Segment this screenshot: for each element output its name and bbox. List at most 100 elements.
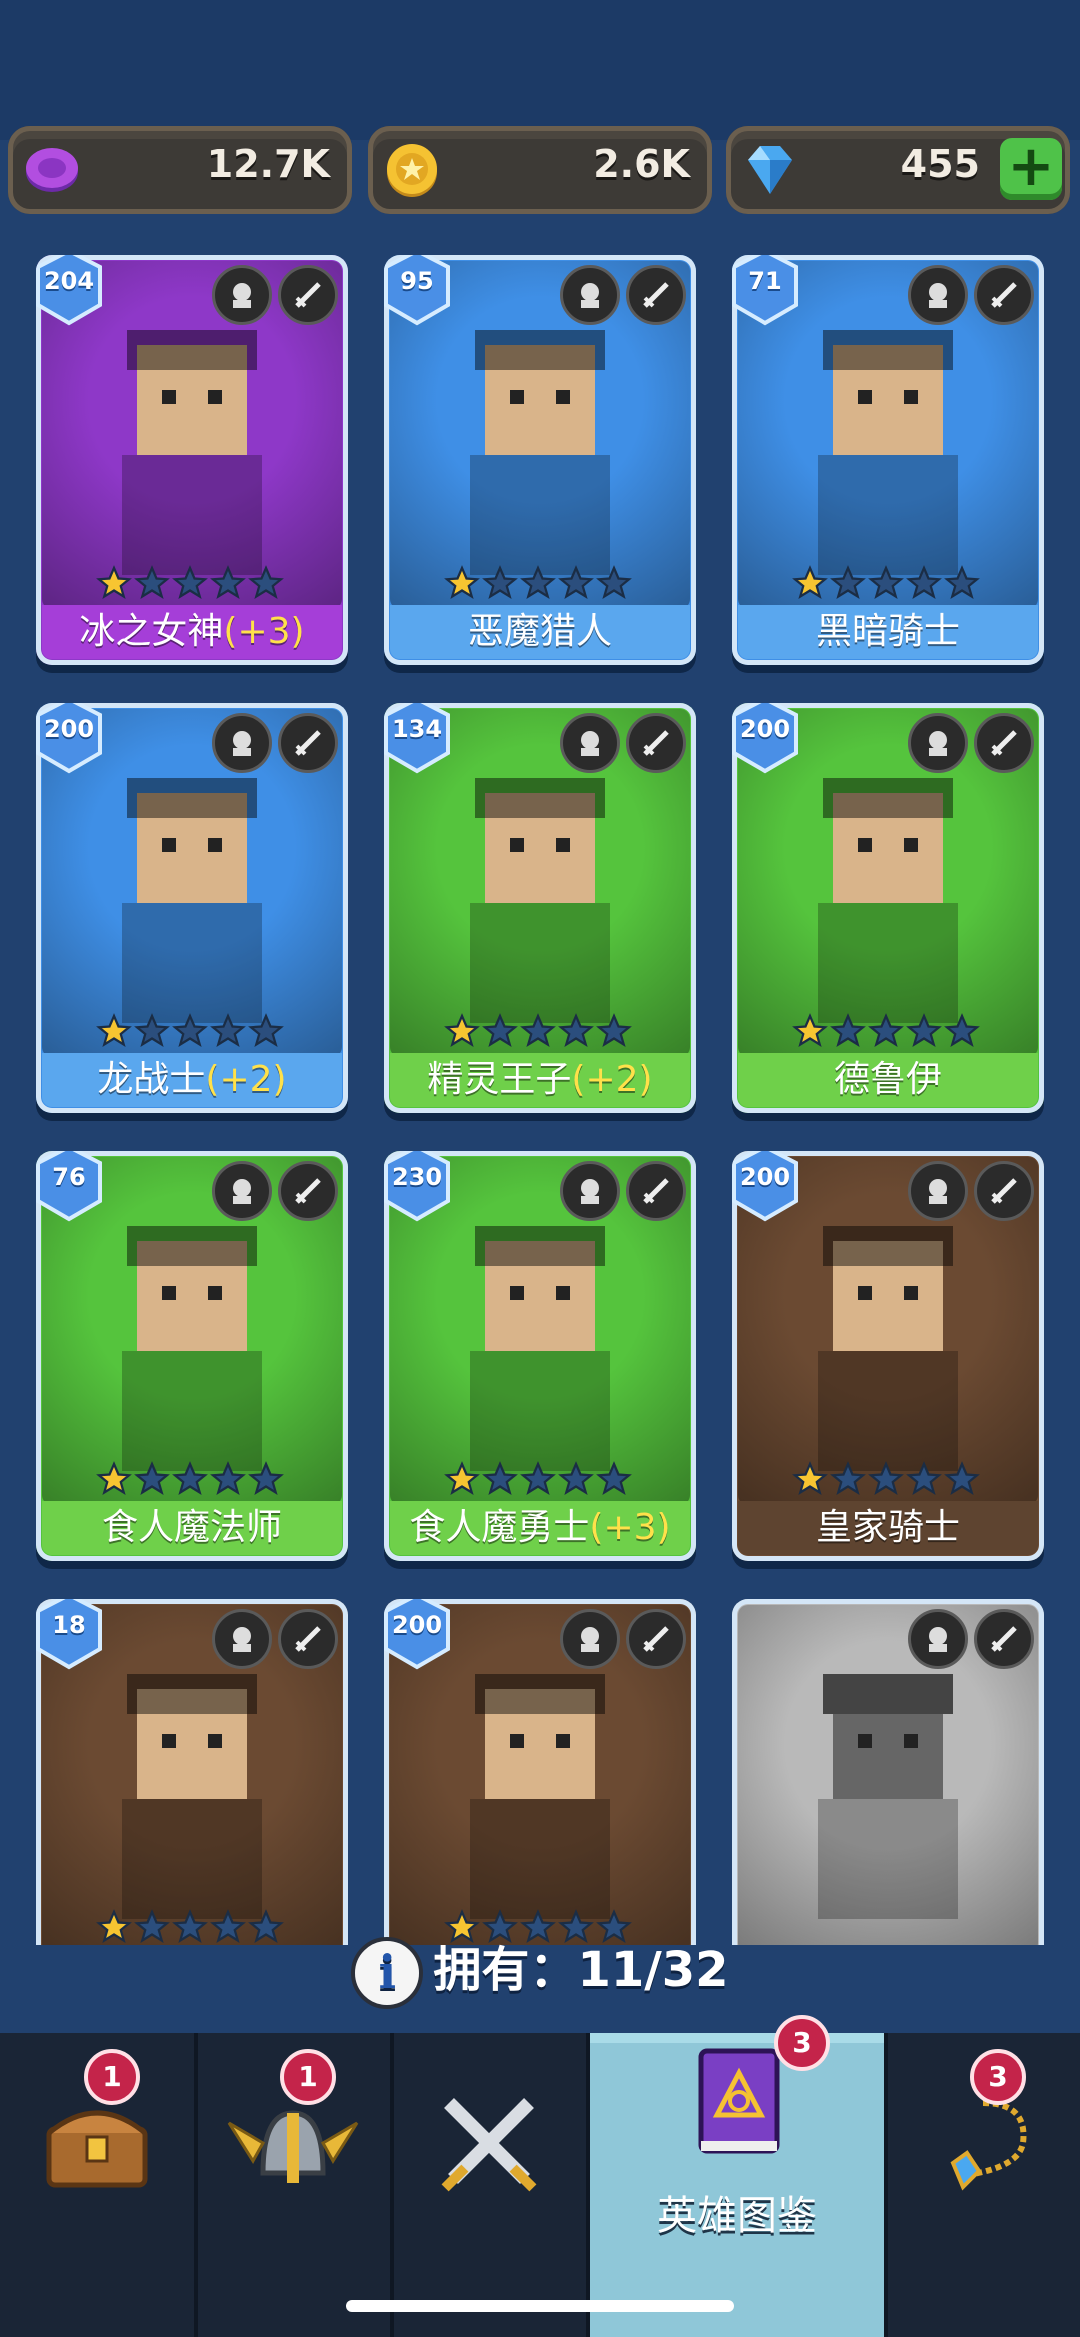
hero-level: 71 bbox=[748, 267, 782, 295]
class-badges bbox=[908, 1161, 1034, 1221]
nav-tab-label: 英雄图鉴 bbox=[657, 2193, 817, 2239]
hero-card[interactable]: 200 皇家骑士 bbox=[732, 1151, 1044, 1561]
hero-card[interactable]: 18 bbox=[36, 1599, 348, 1945]
class-badges bbox=[908, 265, 1034, 325]
level-badge: 200 bbox=[732, 703, 802, 775]
hero-bonus: (+3) bbox=[223, 611, 305, 652]
owned-count: 11/32 bbox=[577, 1942, 729, 1998]
hero-bonus: (+3) bbox=[589, 1507, 671, 1548]
nav-tab[interactable] bbox=[392, 2033, 590, 2337]
race-icon bbox=[212, 713, 272, 773]
gold-resource[interactable]: 2.6K bbox=[368, 126, 712, 214]
hero-card[interactable]: 230 食人魔勇士(+3) bbox=[384, 1151, 696, 1561]
potion-resource[interactable]: 12.7K bbox=[8, 126, 352, 214]
nav-tab[interactable]: 1 bbox=[0, 2033, 198, 2337]
race-icon bbox=[212, 265, 272, 325]
nav-tab[interactable]: 3 bbox=[886, 2033, 1080, 2337]
weapon-icon bbox=[278, 1609, 338, 1669]
owned-label: 拥有： bbox=[433, 1942, 578, 1998]
notification-badge: 3 bbox=[970, 2049, 1026, 2105]
nav-tab[interactable]: 1 bbox=[196, 2033, 394, 2337]
gem-resource[interactable]: 455 + bbox=[726, 126, 1070, 214]
gold-coin-icon bbox=[387, 144, 437, 197]
hero-level: 76 bbox=[52, 1163, 86, 1191]
race-icon bbox=[212, 1161, 272, 1221]
race-icon bbox=[212, 1609, 272, 1669]
hero-name: 皇家骑士 bbox=[738, 1501, 1038, 1555]
class-badges bbox=[212, 1609, 338, 1669]
hero-card[interactable] bbox=[732, 1599, 1044, 1945]
level-badge: 134 bbox=[384, 703, 454, 775]
race-icon bbox=[560, 713, 620, 773]
weapon-icon bbox=[278, 713, 338, 773]
notification-badge: 1 bbox=[84, 2049, 140, 2105]
hero-card[interactable]: 204 冰之女神(+3) bbox=[36, 255, 348, 665]
race-icon bbox=[908, 265, 968, 325]
notification-badge: 1 bbox=[280, 2049, 336, 2105]
class-badges bbox=[212, 713, 338, 773]
hero-card[interactable]: 95 恶魔猎人 bbox=[384, 255, 696, 665]
hero-name-text: 食人魔法师 bbox=[101, 1507, 282, 1548]
hero-name-text: 皇家骑士 bbox=[815, 1507, 960, 1548]
hero-card[interactable]: 71 黑暗骑士 bbox=[732, 255, 1044, 665]
weapon-icon bbox=[974, 713, 1034, 773]
nav-tab[interactable]: 英雄图鉴 3 bbox=[590, 2015, 888, 2337]
hero-card[interactable]: 200 bbox=[384, 1599, 696, 1945]
race-icon bbox=[908, 1161, 968, 1221]
hero-level: 230 bbox=[391, 1163, 443, 1191]
race-icon bbox=[560, 1161, 620, 1221]
hero-level: 18 bbox=[52, 1611, 86, 1639]
star-rating bbox=[792, 565, 980, 601]
star-rating bbox=[96, 1013, 284, 1049]
hero-name-text: 黑暗骑士 bbox=[815, 611, 960, 652]
purple-coin-icon bbox=[26, 148, 78, 192]
hero-card[interactable]: 134 精灵王子(+2) bbox=[384, 703, 696, 1113]
hero-level: 200 bbox=[43, 715, 95, 743]
hero-level: 95 bbox=[400, 267, 434, 295]
hero-name: 黑暗骑士 bbox=[738, 605, 1038, 659]
hero-level: 134 bbox=[391, 715, 443, 743]
hero-name: 精灵王子(+2) bbox=[390, 1053, 690, 1107]
hero-name: 恶魔猎人 bbox=[390, 605, 690, 659]
level-badge: 200 bbox=[732, 1151, 802, 1223]
class-badges bbox=[560, 265, 686, 325]
star-rating bbox=[444, 1461, 632, 1497]
hero-level: 200 bbox=[739, 1163, 791, 1191]
home-indicator bbox=[346, 2300, 734, 2312]
race-icon bbox=[908, 713, 968, 773]
add-gems-button[interactable]: + bbox=[1000, 138, 1062, 200]
spellbook-icon bbox=[590, 2043, 884, 2167]
weapon-icon bbox=[974, 1161, 1034, 1221]
hero-name: 食人魔法师 bbox=[42, 1501, 342, 1555]
hero-card[interactable]: 200 德鲁伊 bbox=[732, 703, 1044, 1113]
level-badge: 71 bbox=[732, 255, 802, 327]
hero-name-text: 食人魔勇士 bbox=[409, 1507, 590, 1548]
star-rating bbox=[444, 1013, 632, 1049]
weapon-icon bbox=[626, 1609, 686, 1669]
hero-name-text: 精灵王子 bbox=[427, 1059, 572, 1100]
class-badges bbox=[212, 1161, 338, 1221]
info-icon[interactable]: i bbox=[351, 1937, 424, 2009]
owned-counter: i 拥有：11/32 bbox=[0, 1935, 1080, 2009]
hero-card[interactable]: 76 食人魔法师 bbox=[36, 1151, 348, 1561]
hero-level: 200 bbox=[391, 1611, 443, 1639]
level-badge: 95 bbox=[384, 255, 454, 327]
star-rating bbox=[96, 565, 284, 601]
hero-name-text: 德鲁伊 bbox=[833, 1059, 942, 1100]
gem-value: 455 bbox=[900, 142, 980, 186]
bottom-navigation: 1 1 英雄图鉴 3 3 bbox=[0, 2015, 1080, 2337]
class-badges bbox=[560, 713, 686, 773]
star-rating bbox=[444, 565, 632, 601]
gold-value: 2.6K bbox=[593, 142, 690, 186]
hero-card[interactable]: 200 龙战士(+2) bbox=[36, 703, 348, 1113]
weapon-icon bbox=[626, 265, 686, 325]
hero-name: 冰之女神(+3) bbox=[42, 605, 342, 659]
star-rating bbox=[792, 1461, 980, 1497]
level-badge: 200 bbox=[36, 703, 106, 775]
class-badges bbox=[908, 1609, 1034, 1669]
notification-badge: 3 bbox=[774, 2015, 830, 2071]
hero-grid: 204 冰之女神(+3) 95 恶魔猎人 71 黑暗骑士 200 龙战士(+2)… bbox=[0, 245, 1080, 1945]
treasure-chest-icon bbox=[0, 2083, 194, 2207]
crossed-swords-icon bbox=[392, 2083, 586, 2207]
level-badge: 230 bbox=[384, 1151, 454, 1223]
